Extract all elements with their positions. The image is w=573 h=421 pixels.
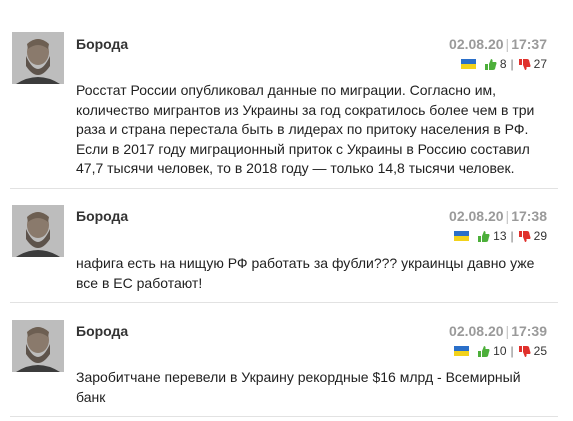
thumbs-down-icon[interactable] <box>518 58 531 71</box>
ukraine-flag-icon <box>454 231 470 241</box>
comment-timestamp: 02.08.20 | 17:37 <box>449 36 547 52</box>
avatar[interactable] <box>12 205 64 257</box>
comment-divider <box>10 188 558 189</box>
thumbs-up-icon[interactable] <box>477 345 490 358</box>
ukraine-flag-icon <box>454 346 470 356</box>
comment-time: 17:39 <box>511 323 547 339</box>
like-count: 13 <box>493 229 507 243</box>
ukraine-flag-icon <box>460 59 476 69</box>
thumbs-down-icon[interactable] <box>518 230 531 243</box>
dislike-count: 27 <box>533 57 547 71</box>
comment-timestamp: 02.08.20 | 17:39 <box>449 323 547 339</box>
comment-date: 02.08.20 <box>449 323 504 339</box>
vote-separator: | <box>510 229 514 243</box>
comment-author[interactable]: Борода <box>76 36 128 52</box>
timestamp-separator: | <box>505 36 510 52</box>
dislike-count: 29 <box>533 229 547 243</box>
comment-text: нафига есть на нищую РФ работать за фубл… <box>76 255 535 291</box>
avatar[interactable] <box>12 320 64 372</box>
comment-time: 17:37 <box>511 36 547 52</box>
comment-author[interactable]: Борода <box>76 208 128 224</box>
timestamp-separator: | <box>505 208 510 224</box>
vote-separator: | <box>510 344 514 358</box>
comment-text: Росстат России опубликовал данные по миг… <box>76 82 535 176</box>
like-count: 8 <box>499 57 507 71</box>
vote-bar: 8 | 27 <box>460 57 547 71</box>
comment-author[interactable]: Борода <box>76 323 128 339</box>
like-count: 10 <box>493 344 507 358</box>
avatar[interactable] <box>12 32 64 84</box>
comments-list: Борода 02.08.20 | 17:37 8 | 27 Росстат Рос… <box>0 0 573 421</box>
vote-separator: | <box>510 57 514 71</box>
comment-timestamp: 02.08.20 | 17:38 <box>449 208 547 224</box>
timestamp-separator: | <box>505 323 510 339</box>
thumbs-down-icon[interactable] <box>518 345 531 358</box>
comment-text: Заробитчане перевели в Украину рекордные… <box>76 369 521 405</box>
comment-divider <box>10 302 558 303</box>
vote-bar: 13 | 29 <box>454 229 547 243</box>
dislike-count: 25 <box>533 344 547 358</box>
comment-time: 17:38 <box>511 208 547 224</box>
vote-bar: 10 | 25 <box>454 344 547 358</box>
thumbs-up-icon[interactable] <box>477 230 490 243</box>
comment-date: 02.08.20 <box>449 208 504 224</box>
thumbs-up-icon[interactable] <box>484 58 497 71</box>
comment-date: 02.08.20 <box>449 36 504 52</box>
comment-divider <box>10 416 558 417</box>
